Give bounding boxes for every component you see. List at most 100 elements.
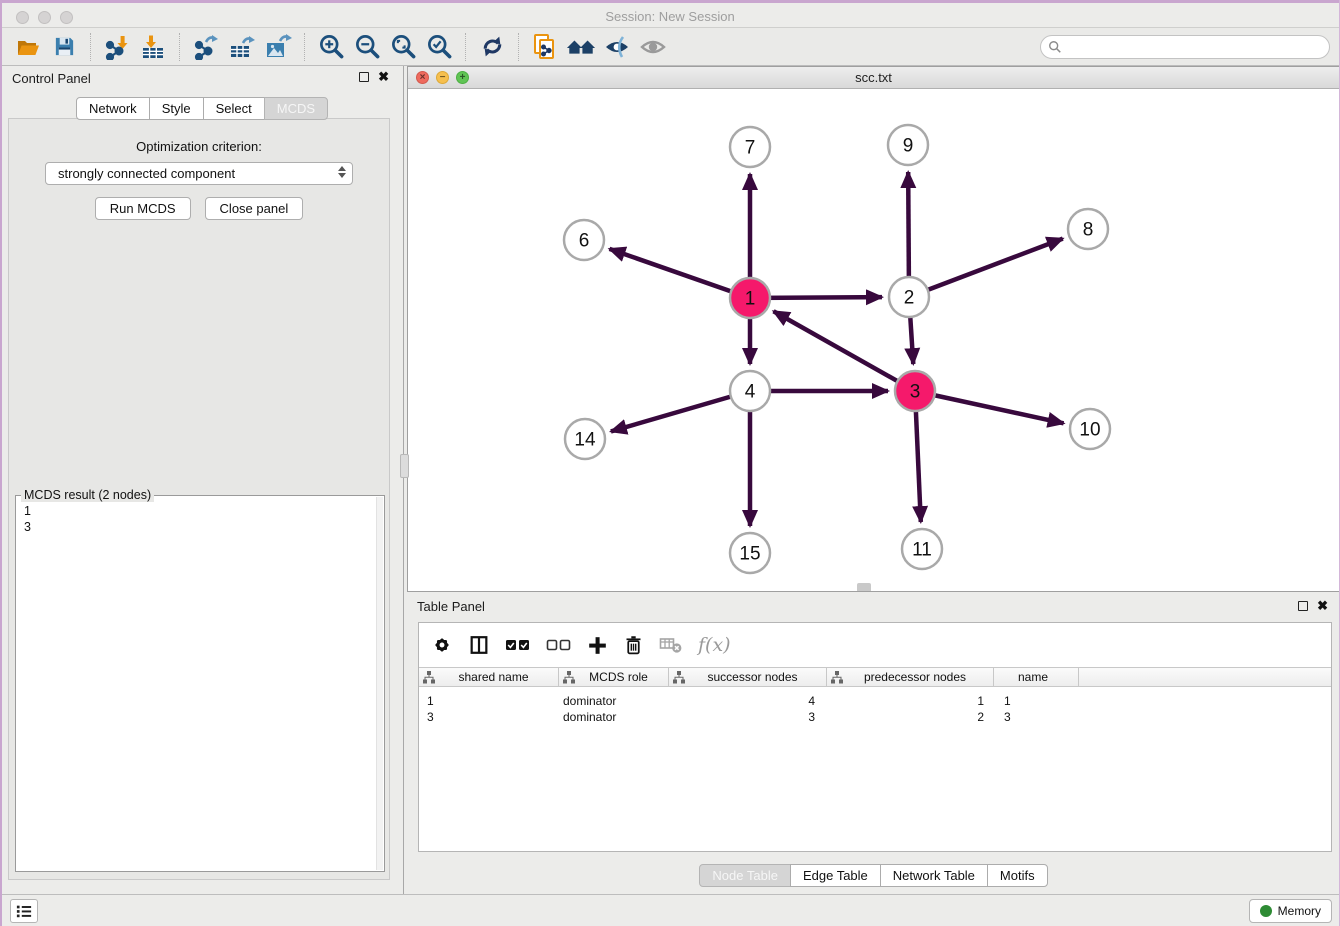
- cell-successor-nodes: 4: [669, 694, 827, 708]
- memory-label: Memory: [1278, 904, 1321, 918]
- graph-edge-2-8[interactable]: [909, 239, 1063, 297]
- control-panel-title: Control Panel: [12, 71, 91, 86]
- graph-node-label-1: 1: [745, 289, 756, 310]
- export-table-button[interactable]: [224, 31, 260, 63]
- hide-graphics-details-button[interactable]: [599, 31, 635, 63]
- mcds-result-line: 3: [24, 519, 384, 535]
- tab-select[interactable]: Select: [203, 97, 265, 120]
- hierarchy-icon: [423, 671, 435, 684]
- select-stepper-icon: [338, 166, 346, 178]
- tab-motifs[interactable]: Motifs: [987, 864, 1048, 887]
- graph-node-label-9: 9: [903, 136, 914, 157]
- tab-style[interactable]: Style: [149, 97, 204, 120]
- trash-icon: [623, 634, 644, 656]
- zoom-out-button[interactable]: [349, 31, 385, 63]
- checked-boxes-icon: [505, 637, 531, 653]
- apply-layout-button[interactable]: [474, 31, 510, 63]
- open-session-button[interactable]: [10, 31, 46, 63]
- table-settings-button[interactable]: [431, 634, 453, 656]
- add-column-button[interactable]: [587, 635, 608, 656]
- clone-network-button[interactable]: [527, 31, 563, 63]
- network-overview-button[interactable]: [563, 31, 599, 63]
- toolbar-separator: [90, 33, 91, 61]
- export-image-icon: [265, 34, 292, 60]
- tab-network-table[interactable]: Network Table: [880, 864, 988, 887]
- cell-predecessor-nodes: 1: [827, 694, 994, 708]
- optimization-criterion-label: Optimization criterion:: [9, 139, 389, 154]
- tab-network[interactable]: Network: [76, 97, 150, 120]
- open-folder-icon: [15, 35, 41, 59]
- table-row[interactable]: 1 dominator 4 1 1: [419, 693, 1331, 709]
- hierarchy-icon: [831, 671, 843, 684]
- graph-edge-1-6[interactable]: [609, 249, 750, 298]
- close-panel-icon[interactable]: ✖: [378, 72, 389, 82]
- close-table-panel-icon[interactable]: ✖: [1317, 601, 1328, 611]
- graph-node-label-6: 6: [579, 231, 590, 252]
- application-window: Session: New Session: [0, 0, 1340, 926]
- search-icon: [1048, 40, 1062, 54]
- import-network-button[interactable]: [99, 31, 135, 63]
- control-panel-tabs: Network Style Select MCDS: [76, 97, 328, 120]
- unchecked-boxes-icon: [546, 637, 572, 653]
- table-body: 1 dominator 4 1 1 3 dominator 3 2 3: [419, 687, 1331, 725]
- panel-splitter-handle[interactable]: [400, 454, 409, 478]
- search-input[interactable]: [1062, 37, 1329, 57]
- column-header-shared-name[interactable]: shared name: [419, 668, 559, 686]
- tab-edge-table[interactable]: Edge Table: [790, 864, 881, 887]
- network-window-title: scc.txt: [408, 70, 1339, 85]
- zoom-fit-icon: [390, 33, 417, 60]
- save-floppy-icon: [53, 35, 76, 58]
- session-title: Session: New Session: [0, 9, 1340, 24]
- network-window-titlebar[interactable]: × − + scc.txt: [408, 67, 1339, 89]
- network-canvas[interactable]: 7968124314101511: [408, 89, 1339, 591]
- toolbar-separator: [518, 33, 519, 61]
- export-image-button[interactable]: [260, 31, 296, 63]
- cell-name: 1: [994, 694, 1079, 708]
- cell-successor-nodes: 3: [669, 710, 827, 724]
- table-row[interactable]: 3 dominator 3 2 3: [419, 709, 1331, 725]
- canvas-splitter-handle[interactable]: [857, 583, 871, 591]
- zoom-fit-button[interactable]: [385, 31, 421, 63]
- show-graphics-details-button[interactable]: [635, 31, 671, 63]
- column-header-mcds-role[interactable]: MCDS role: [559, 668, 669, 686]
- search-box[interactable]: [1040, 35, 1330, 59]
- mcds-result-line: 1: [24, 503, 384, 519]
- zoom-selected-button[interactable]: [421, 31, 457, 63]
- graph-edge-3-1[interactable]: [774, 311, 915, 391]
- mcds-result-title: MCDS result (2 nodes): [21, 488, 154, 502]
- delete-table-button-disabled: [659, 635, 683, 655]
- delete-column-button[interactable]: [623, 634, 644, 656]
- run-mcds-button[interactable]: Run MCDS: [95, 197, 191, 220]
- graph-node-label-2: 2: [904, 288, 915, 309]
- status-bar: Memory: [0, 894, 1340, 926]
- column-header-successor-nodes[interactable]: successor nodes: [669, 668, 827, 686]
- graph-edge-4-14[interactable]: [611, 391, 750, 431]
- show-columns-button[interactable]: [468, 634, 490, 656]
- optimization-criterion-select[interactable]: strongly connected component: [45, 162, 353, 185]
- memory-button[interactable]: Memory: [1249, 899, 1332, 923]
- graph-edge-3-10[interactable]: [915, 391, 1064, 423]
- task-history-button[interactable]: [10, 899, 38, 923]
- import-table-button[interactable]: [135, 31, 171, 63]
- float-panel-icon[interactable]: [359, 72, 369, 82]
- homes-icon: [566, 35, 596, 59]
- graph-node-label-14: 14: [574, 430, 596, 451]
- column-header-name[interactable]: name: [994, 668, 1079, 686]
- export-network-button[interactable]: [188, 31, 224, 63]
- zoom-in-button[interactable]: [313, 31, 349, 63]
- select-all-rows-button[interactable]: [505, 637, 531, 653]
- close-panel-button[interactable]: Close panel: [205, 197, 304, 220]
- cell-shared-name: 1: [419, 694, 559, 708]
- column-header-predecessor-nodes[interactable]: predecessor nodes: [827, 668, 994, 686]
- function-builder-button-disabled: f(x): [698, 634, 731, 656]
- network-graph[interactable]: 7968124314101511: [408, 89, 1339, 591]
- save-session-button[interactable]: [46, 31, 82, 63]
- result-scrollbar[interactable]: [376, 497, 383, 870]
- float-table-panel-icon[interactable]: [1298, 601, 1308, 611]
- toolbar-separator: [179, 33, 180, 61]
- optimization-criterion-value: strongly connected component: [58, 166, 235, 181]
- graph-node-label-7: 7: [745, 138, 756, 159]
- deselect-all-rows-button[interactable]: [546, 637, 572, 653]
- tab-mcds[interactable]: MCDS: [264, 97, 328, 120]
- tab-node-table[interactable]: Node Table: [699, 864, 791, 887]
